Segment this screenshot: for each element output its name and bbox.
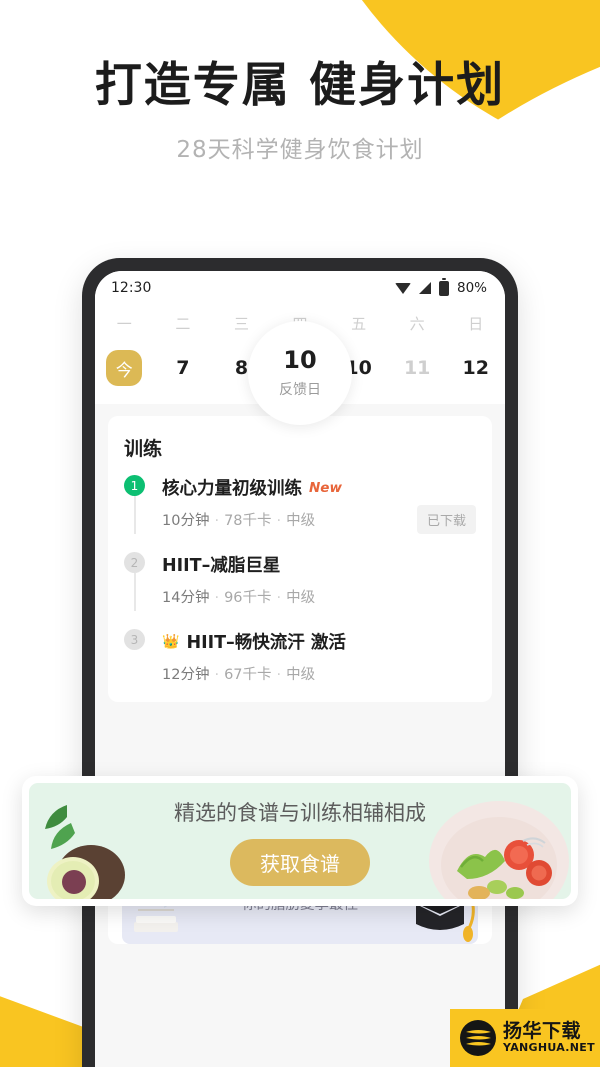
recipe-promo-banner[interactable]: 精选的食谱与训练相辅相成 获取食谱: [22, 776, 578, 906]
downloaded-badge[interactable]: 已下载: [416, 505, 476, 534]
workout-duration: 12分钟: [162, 667, 210, 683]
promo-header: 打造专属 健身计划 28天科学健身饮食计划: [0, 0, 600, 164]
avocado-illustration: [45, 805, 125, 899]
meta-separator: ·: [276, 590, 282, 606]
workout-title-row: 👑 HIIT–畅快流汗 激活: [162, 629, 476, 654]
workout-step-dot: 2: [124, 552, 145, 573]
workout-timeline-rail: 3: [124, 629, 158, 684]
weekday-label-1: 二: [175, 315, 191, 333]
weekday-cell: 六: [388, 313, 447, 334]
training-heading: 训练: [124, 438, 163, 460]
weekday-label-4: 五: [351, 315, 367, 333]
site-watermark: 扬华下载 YANGHUA.NET: [450, 1009, 600, 1067]
workout-calories: 96千卡: [224, 590, 272, 606]
workout-meta: 12分钟 · 67千卡 · 中级: [162, 663, 476, 684]
meta-separator: ·: [214, 590, 220, 606]
feedback-day-label: 反馈日: [279, 381, 321, 398]
weekday-cell: 三: [212, 313, 271, 334]
workout-title: HIIT–畅快流汗 激活: [186, 633, 346, 653]
day-number[interactable]: 7: [154, 357, 213, 379]
calendar-day-12[interactable]: 12: [446, 357, 505, 379]
workout-duration: 14分钟: [162, 590, 210, 606]
training-card: 训练 1 核心力量初级训练 New 10分钟 · 78千卡 · 中级 已下载 2 HIIT–减脂巨星…: [108, 416, 492, 702]
workout-calories: 67千卡: [224, 667, 272, 683]
battery-icon: [438, 277, 449, 296]
wifi-icon: [394, 282, 411, 294]
calendar-day-11[interactable]: 11: [388, 357, 447, 379]
watermark-text: 扬华下载 YANGHUA.NET: [503, 1020, 595, 1055]
workout-level: 中级: [286, 590, 316, 606]
recipe-banner-inner: 精选的食谱与训练相辅相成 获取食谱: [29, 783, 571, 899]
workout-title-row: 核心力量初级训练 New: [162, 475, 476, 500]
workout-title: HIIT–减脂巨星: [162, 556, 281, 576]
new-badge: New: [309, 479, 342, 496]
weekday-label-5: 六: [409, 315, 425, 333]
workout-timeline-rail: 2: [124, 552, 158, 611]
salad-plate-illustration: [429, 801, 569, 899]
meta-separator: ·: [214, 667, 220, 683]
status-time: 12:30: [111, 280, 152, 296]
workout-calories: 78千卡: [224, 513, 272, 529]
feedback-day-bubble[interactable]: 10 反馈日: [248, 321, 352, 425]
status-icons: 80%: [394, 277, 487, 296]
calendar-day-今[interactable]: 今: [95, 350, 154, 386]
timeline-connector: [134, 496, 136, 534]
calendar-day-7[interactable]: 7: [154, 357, 213, 379]
weekday-label-0: 一: [116, 315, 132, 333]
workout-title: 核心力量初级训练: [162, 479, 302, 499]
meta-separator: ·: [276, 513, 282, 529]
workout-meta: 14分钟 · 96千卡 · 中级: [162, 586, 476, 607]
workout-title-row: HIIT–减脂巨星: [162, 552, 476, 577]
workout-timeline-rail: 1: [124, 475, 158, 534]
weekday-label-6: 日: [468, 315, 484, 333]
page-subtitle: 28天科学健身饮食计划: [176, 137, 424, 164]
status-bar: 12:30 80%: [95, 271, 505, 305]
workout-body: HIIT–减脂巨星 14分钟 · 96千卡 · 中级: [158, 552, 476, 607]
meta-separator: ·: [276, 667, 282, 683]
watermark-logo-icon: [460, 1020, 496, 1056]
workout-item[interactable]: 3 👑 HIIT–畅快流汗 激活 12分钟 · 67千卡 · 中级: [124, 629, 476, 688]
feedback-day-number: 10: [283, 345, 317, 374]
workout-level: 中级: [286, 513, 316, 529]
phone-mockup-frame: 12:30 80% 一二三四五六日 今789101112 10 反馈日 训练 1…: [82, 258, 518, 1067]
workout-item[interactable]: 2 HIIT–减脂巨星 14分钟 · 96千卡 · 中级: [124, 552, 476, 629]
battery-percent-label: 80%: [456, 280, 487, 296]
weekday-cell: 一: [95, 313, 154, 334]
watermark-cn-label: 扬华下载: [503, 1020, 582, 1043]
get-recipe-button[interactable]: 获取食谱: [230, 838, 370, 886]
workout-step-dot: 1: [124, 475, 145, 496]
weekday-label-2: 三: [233, 315, 249, 333]
meta-separator: ·: [214, 513, 220, 529]
workout-level: 中级: [286, 667, 316, 683]
recipe-banner-text: 精选的食谱与训练相辅相成: [174, 800, 426, 825]
calendar-strip: 一二三四五六日 今789101112 10 反馈日: [95, 305, 505, 425]
signal-icon: [418, 282, 431, 294]
crown-icon: 👑: [162, 633, 180, 650]
weekday-cell: 日: [446, 313, 505, 334]
workout-body: 👑 HIIT–畅快流汗 激活 12分钟 · 67千卡 · 中级: [158, 629, 476, 684]
weekday-cell: 二: [154, 313, 213, 334]
today-button[interactable]: 今: [106, 350, 143, 386]
day-number[interactable]: 12: [446, 357, 505, 379]
watermark-en-label: YANGHUA.NET: [503, 1041, 595, 1055]
workout-duration: 10分钟: [162, 513, 210, 529]
workout-item[interactable]: 1 核心力量初级训练 New 10分钟 · 78千卡 · 中级 已下载: [124, 475, 476, 552]
weekday-cell: 五: [329, 313, 388, 334]
workout-step-dot: 3: [124, 629, 145, 650]
page-title: 打造专属 健身计划: [94, 58, 506, 113]
day-number[interactable]: 11: [388, 357, 447, 379]
workout-list: 1 核心力量初级训练 New 10分钟 · 78千卡 · 中级 已下载 2 HIIT–减脂巨星 14分…: [124, 475, 476, 688]
timeline-connector: [134, 573, 136, 611]
phone-screen: 12:30 80% 一二三四五六日 今789101112 10 反馈日 训练 1…: [95, 271, 505, 1067]
